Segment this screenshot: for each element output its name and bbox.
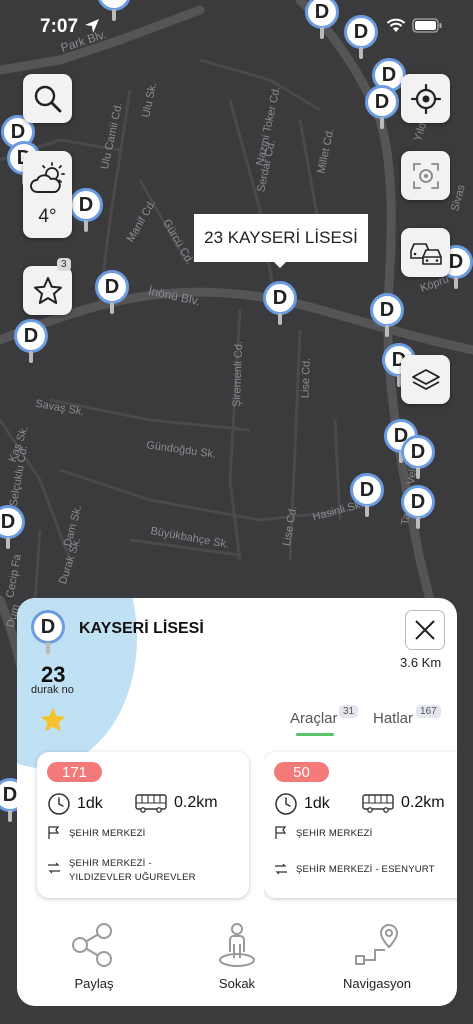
status-bar: 7:07: [0, 0, 473, 52]
favorites-button[interactable]: 3: [23, 258, 72, 315]
stop-name: KAYSERİ LİSESİ: [79, 620, 204, 637]
bus-stop-pin[interactable]: D: [370, 293, 404, 337]
street-view-label: Sokak: [218, 976, 256, 991]
bus-stop-pin[interactable]: D: [365, 85, 399, 129]
tab-vehicles-count: 31: [339, 705, 359, 718]
line-number-badge: 171: [47, 762, 102, 782]
vehicle-distance: 0.2km: [401, 794, 445, 811]
bus-stop-pin[interactable]: D: [401, 485, 435, 529]
bus-stop-pin-selected[interactable]: D: [263, 281, 297, 325]
bus-stop-pin[interactable]: D: [14, 319, 48, 363]
arrival-minutes: 1dk: [304, 795, 330, 812]
bus-stop-pin[interactable]: D: [350, 473, 384, 517]
navigation-route-icon: [355, 923, 399, 965]
weather-widget[interactable]: 4°: [23, 151, 72, 238]
vehicle-distance: 0.2km: [174, 794, 218, 811]
stop-detail-sheet[interactable]: D KAYSERİ LİSESİ 3.6 Km 23 durak no Araç…: [17, 598, 457, 1006]
clock-icon: [275, 793, 297, 815]
bus-stop-pin[interactable]: D: [0, 505, 25, 549]
layers-button[interactable]: [401, 355, 450, 404]
favorite-star-icon[interactable]: [39, 706, 67, 734]
battery-icon: [412, 18, 442, 33]
flag-icon: [48, 826, 60, 839]
bus-stop-icon: D: [31, 610, 65, 654]
stop-number-label: durak no: [31, 684, 74, 696]
status-time: 7:07: [40, 16, 79, 37]
share-icon: [72, 923, 112, 967]
arrival-minutes: 1dk: [77, 795, 103, 812]
vehicle-card[interactable]: 171 1dk 0.2km ŞEHİR MERKEZİ ŞEHİR MERKEZ…: [37, 752, 249, 898]
crosshair-icon: [410, 83, 441, 114]
share-label: Paylaş: [74, 976, 114, 991]
wifi-icon: [386, 18, 406, 32]
vehicles-button[interactable]: [401, 228, 450, 277]
star-outline-icon: [33, 276, 62, 304]
route-icon: [48, 862, 60, 874]
route-line-1: ŞEHİR MERKEZİ -: [69, 858, 152, 869]
bus-stop-pin[interactable]: D: [95, 270, 129, 314]
navigation-button[interactable]: Navigasyon: [317, 922, 437, 991]
street-view-button[interactable]: Sokak: [177, 922, 297, 991]
route-icon: [275, 863, 287, 875]
destination: ŞEHİR MERKEZİ: [296, 827, 373, 839]
close-icon: [415, 620, 435, 640]
tab-lines-count: 167: [416, 705, 441, 718]
flag-icon: [275, 826, 287, 839]
partly-cloudy-icon: [29, 161, 65, 193]
vehicle-card[interactable]: 50 1dk 0.2km ŞEHİR MERKEZİ ŞEHİR MERKEZİ…: [264, 752, 457, 898]
favorites-count-badge: 3: [57, 258, 71, 271]
search-icon: [34, 85, 61, 112]
share-button[interactable]: Paylaş: [34, 922, 154, 991]
close-button[interactable]: [405, 610, 445, 650]
cars-icon: [409, 242, 442, 265]
bus-icon: [362, 794, 394, 813]
line-number-badge: 50: [274, 762, 329, 782]
active-tab-indicator: [296, 733, 334, 736]
focus-map-button[interactable]: [401, 151, 450, 200]
tab-lines[interactable]: Hatlar: [373, 710, 413, 727]
bus-stop-pin[interactable]: D: [401, 435, 435, 479]
stop-distance: 3.6 Km: [400, 655, 442, 670]
tab-vehicles[interactable]: Araçlar: [290, 710, 338, 727]
street-view-icon: [219, 923, 255, 967]
destination: ŞEHİR MERKEZİ: [69, 827, 146, 839]
search-button[interactable]: [23, 74, 72, 123]
navigation-label: Navigasyon: [343, 976, 411, 991]
route-line-1: ŞEHİR MERKEZİ - ESENYURT: [296, 863, 435, 875]
bus-stop-pin[interactable]: D: [69, 188, 103, 232]
clock-icon: [48, 793, 70, 815]
street-label: Lise Cd.: [299, 357, 313, 399]
focus-target-icon: [412, 162, 439, 189]
bus-icon: [135, 794, 167, 813]
temperature: 4°: [38, 205, 57, 227]
vehicle-cards-overflow: 50 1dk 0.2km ŞEHİR MERKEZİ ŞEHİR MERKEZİ…: [264, 744, 457, 904]
locate-me-button[interactable]: [401, 74, 450, 123]
location-arrow-icon: [85, 19, 99, 33]
stop-tooltip[interactable]: 23 KAYSERİ LİSESİ: [194, 214, 368, 268]
route-line-2: YILDIZEVLER UĞUREVLER: [69, 872, 196, 883]
street-label: Şiremenli Cd.: [230, 340, 246, 408]
layers-icon: [411, 368, 440, 390]
